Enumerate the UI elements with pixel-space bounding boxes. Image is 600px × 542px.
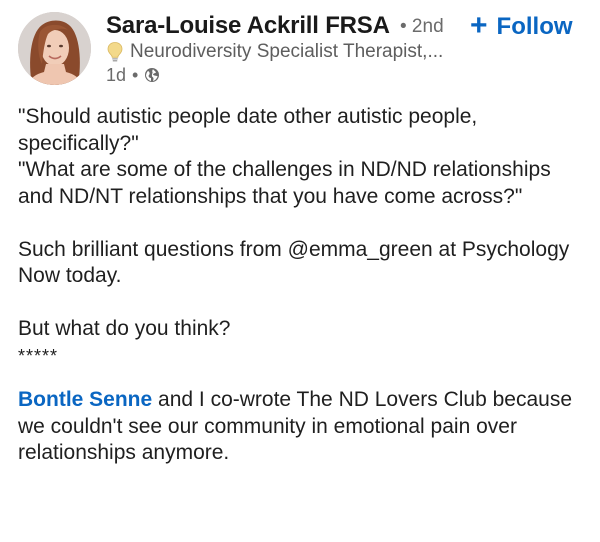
lightbulb-icon bbox=[107, 42, 123, 62]
post-text-paragraph-2: Such brilliant questions from @emma_gree… bbox=[18, 237, 570, 288]
avatar[interactable] bbox=[18, 12, 91, 85]
follow-label: Follow bbox=[496, 13, 573, 40]
author-headline: Neurodiversity Specialist Therapist,... bbox=[130, 41, 444, 62]
post-header: Sara-Louise Ackrill FRSA • 2nd + Follow … bbox=[0, 0, 600, 100]
post-meta: 1d • bbox=[106, 64, 160, 86]
author-name[interactable]: Sara-Louise Ackrill FRSA bbox=[106, 12, 390, 40]
post-text-paragraph-3: But what do you think? bbox=[18, 317, 231, 340]
meta-separator: • bbox=[132, 64, 139, 85]
profile-photo bbox=[18, 12, 91, 85]
post-separator: ***** bbox=[18, 345, 59, 366]
post-body: "Should autistic people date other autis… bbox=[18, 104, 588, 467]
globe-icon bbox=[145, 68, 160, 82]
post-text-question-1: "Should autistic people date other autis… bbox=[18, 105, 478, 155]
connection-degree: • 2nd bbox=[400, 16, 444, 37]
headline-row: Neurodiversity Specialist Therapist,... bbox=[106, 40, 443, 64]
post-text-paragraph-4: Bontle Senne and I co-wrote The ND Lover… bbox=[18, 387, 588, 467]
follow-button[interactable]: + Follow bbox=[470, 10, 573, 44]
plus-icon: + bbox=[470, 9, 488, 42]
post-time: 1d bbox=[106, 64, 127, 85]
mention-link[interactable]: Bontle Senne bbox=[18, 388, 152, 411]
post-text-question-2: "What are some of the challenges in ND/N… bbox=[18, 158, 551, 208]
